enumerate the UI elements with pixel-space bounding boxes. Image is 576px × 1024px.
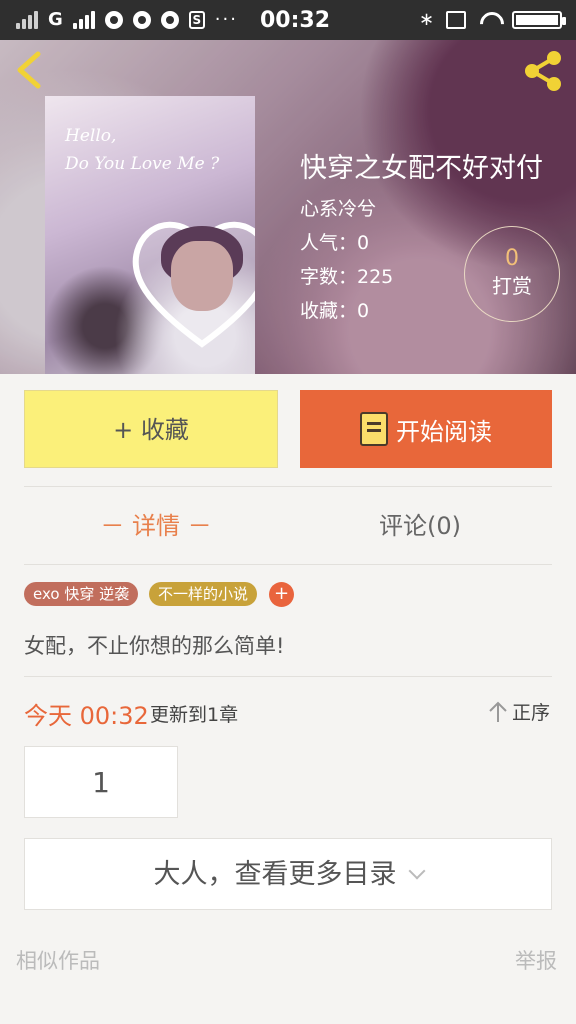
tab-detail[interactable]: － 详情 － — [24, 488, 288, 564]
share-button[interactable] — [520, 48, 566, 94]
back-button[interactable] — [12, 50, 52, 90]
report-link[interactable]: 举报 — [515, 945, 557, 975]
more-catalog-label: 大人，查看更多目录 — [153, 859, 397, 890]
chapter-item[interactable]: 1 — [24, 746, 178, 818]
tag-chip[interactable]: 不一样的小说 — [149, 582, 258, 606]
s-app-icon: S — [188, 10, 205, 29]
share-icon — [525, 51, 561, 91]
favorites-stat: 收藏：0 — [300, 300, 370, 322]
notification-icon — [104, 10, 123, 29]
tab-comments[interactable]: 评论(0) — [288, 488, 552, 564]
signal-weak-icon — [16, 10, 38, 29]
book-icon — [360, 412, 388, 446]
cover-text-line2: Do You Love Me ? — [65, 154, 220, 174]
carrier-label: G — [48, 8, 63, 30]
status-time: 00:32 — [260, 8, 331, 33]
sort-order-label: 正序 — [512, 702, 551, 724]
signal-strong-icon — [72, 10, 95, 29]
popularity-stat: 人气：0 — [300, 232, 370, 254]
start-reading-label: 开始阅读 — [396, 417, 492, 446]
arrow-up-icon — [489, 701, 507, 722]
notification-icon — [160, 10, 179, 29]
cover-text-line1: Hello, — [65, 126, 117, 146]
status-bar: G S ··· 00:32 ∗ — [0, 0, 576, 40]
tag-chip[interactable]: exo 快穿 逆袭 — [24, 582, 139, 606]
add-tag-button[interactable]: + — [269, 582, 294, 607]
book-cover[interactable]: Hello, Do You Love Me ? — [45, 96, 255, 374]
add-to-favorites-button[interactable]: + 收藏 — [24, 390, 278, 468]
divider — [24, 564, 552, 565]
update-time: 今天 00:32 — [24, 702, 149, 730]
divider — [24, 676, 552, 677]
divider — [24, 486, 552, 487]
notification-icon — [132, 10, 151, 29]
reward-button[interactable]: 0 打赏 — [464, 226, 560, 322]
reward-count: 0 — [505, 246, 519, 271]
chevron-left-icon — [17, 51, 41, 89]
chevron-down-icon — [408, 862, 425, 880]
start-reading-button[interactable]: 开始阅读 — [300, 390, 552, 468]
bluetooth-icon: ∗ — [418, 9, 434, 30]
update-text: 更新到1章 — [150, 704, 239, 726]
wifi-icon — [478, 12, 500, 28]
battery-charging-icon — [512, 10, 566, 29]
cover-figure-face — [171, 241, 233, 311]
reward-label: 打赏 — [492, 274, 532, 298]
book-description: 女配，不止你想的那么简单! — [24, 634, 285, 658]
more-notifications-icon: ··· — [214, 9, 238, 30]
vibrate-icon — [446, 10, 466, 29]
book-author[interactable]: 心系冷兮 — [300, 194, 376, 221]
sort-order-button[interactable]: 正序 — [488, 698, 550, 725]
similar-works-heading: 相似作品 — [16, 949, 100, 973]
more-catalog-button[interactable]: 大人，查看更多目录 — [24, 838, 552, 910]
book-title: 快穿之女配不好对付 — [300, 153, 543, 184]
word-count-stat: 字数：225 — [300, 266, 394, 288]
